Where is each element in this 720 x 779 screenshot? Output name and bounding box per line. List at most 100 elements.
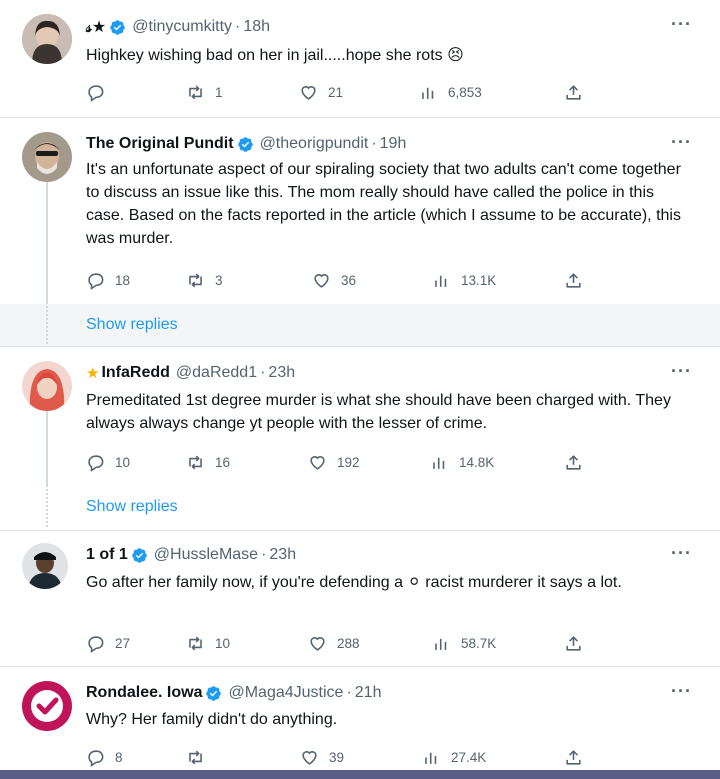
reply-icon [86, 271, 105, 290]
author-handle[interactable]: @daRedd1 [176, 364, 257, 382]
thread-line [46, 489, 50, 527]
tweet-text: Go after her family now, if you're defen… [86, 574, 622, 591]
heart-icon [299, 83, 318, 102]
reply-icon [86, 634, 105, 653]
views-chart-icon [419, 83, 438, 102]
more-options-icon[interactable]: ··· [671, 361, 692, 382]
share-icon [564, 83, 583, 102]
views-chart-icon [432, 634, 451, 653]
share-button[interactable] [564, 631, 593, 655]
tweet-3[interactable]: ★ InfaRedd @daRedd1 · 23h ··· Premeditat… [0, 347, 720, 487]
timestamp[interactable]: 18h [243, 18, 270, 36]
show-replies-row[interactable]: Show replies [0, 304, 720, 346]
retweet-button[interactable]: 3 [186, 268, 223, 292]
tweet-5[interactable]: Rondalee. Iowa @Maga4Justice · 21h ··· W… [0, 667, 720, 770]
timestamp[interactable]: 21h [355, 684, 382, 702]
retweet-button[interactable]: 16 [186, 450, 230, 474]
avatar-image [22, 681, 72, 731]
reply-button[interactable]: 27 [86, 631, 130, 655]
views-button[interactable]: 27.4K [422, 745, 486, 769]
reply-count: 18 [115, 272, 131, 288]
share-icon [564, 748, 583, 767]
reply-icon [86, 83, 105, 102]
time-separator: · [261, 546, 267, 563]
share-icon [564, 453, 583, 472]
reply-button[interactable]: 10 [86, 450, 130, 474]
like-count: 39 [329, 749, 345, 765]
like-button[interactable]: 288 [308, 631, 360, 655]
retweet-icon [186, 634, 205, 653]
author-name[interactable]: InfaRedd [101, 364, 169, 382]
tweet-text: Highkey wishing bad on her in jail.....h… [86, 47, 464, 64]
star-emoji: ★ [86, 365, 100, 382]
verified-badge-icon [205, 685, 222, 702]
share-button[interactable] [564, 80, 593, 104]
share-button[interactable] [564, 268, 593, 292]
more-options-icon[interactable]: ··· [671, 681, 692, 702]
view-count: 14.8K [459, 454, 495, 470]
author-handle[interactable]: @theorigpundit [260, 135, 369, 153]
avatar[interactable] [22, 361, 72, 411]
retweet-button[interactable]: 1 [186, 80, 223, 104]
like-button[interactable]: 21 [299, 80, 343, 104]
avatar[interactable] [22, 543, 68, 589]
retweet-icon [186, 748, 205, 767]
author-handle[interactable]: @tinycumkitty [132, 18, 232, 36]
reply-count: 27 [115, 635, 131, 651]
views-button[interactable]: 58.7K [432, 631, 496, 655]
views-chart-icon [422, 748, 441, 767]
like-button[interactable]: 36 [312, 268, 356, 292]
share-button[interactable] [564, 450, 593, 474]
timestamp[interactable]: 23h [268, 364, 295, 382]
avatar[interactable] [22, 132, 72, 182]
view-count: 13.1K [461, 272, 497, 288]
views-button[interactable]: 13.1K [432, 268, 496, 292]
time-separator: · [371, 135, 377, 152]
show-replies-link[interactable]: Show replies [86, 498, 178, 516]
heart-icon [308, 453, 327, 472]
views-button[interactable]: 6,853 [419, 80, 482, 104]
time-separator: · [235, 18, 241, 35]
author-name[interactable]: 𝓈★ [86, 17, 106, 37]
author-name[interactable]: The Original Pundit [86, 135, 234, 153]
tweet-text: It's an unfortunate aspect of our spiral… [86, 161, 681, 247]
avatar[interactable] [22, 14, 72, 64]
reply-count: 10 [115, 454, 131, 470]
action-bar: 8 39 27.4K [86, 745, 606, 769]
like-button[interactable]: 39 [300, 745, 344, 769]
tweet-2[interactable]: The Original Pundit @theorigpundit · 19h… [0, 118, 720, 304]
verified-badge-icon [131, 547, 148, 564]
retweet-count: 3 [215, 272, 223, 288]
author-handle[interactable]: @Maga4Justice [228, 684, 343, 702]
heart-icon [312, 271, 331, 290]
more-options-icon[interactable]: ··· [671, 14, 692, 35]
reply-button[interactable]: 8 [86, 745, 123, 769]
heart-icon [300, 748, 319, 767]
reply-button[interactable] [86, 80, 115, 104]
timestamp[interactable]: 23h [269, 546, 296, 564]
view-count: 58.7K [461, 635, 497, 651]
author-name[interactable]: 1 of 1 [86, 546, 128, 564]
retweet-button[interactable]: 10 [186, 631, 230, 655]
share-icon [564, 634, 583, 653]
retweet-count: 10 [215, 635, 231, 651]
author-handle[interactable]: @HussleMase [154, 546, 258, 564]
reply-button[interactable]: 18 [86, 268, 130, 292]
views-button[interactable]: 14.8K [430, 450, 494, 474]
more-options-icon[interactable]: ··· [671, 132, 692, 153]
retweet-icon [186, 83, 205, 102]
author-name[interactable]: Rondalee. Iowa [86, 684, 202, 702]
like-count: 36 [341, 272, 357, 288]
share-button[interactable] [564, 745, 593, 769]
show-replies-row[interactable]: Show replies [0, 487, 720, 529]
tweet-4[interactable]: 1 of 1 @HussleMase · 23h ··· Go after he… [0, 531, 720, 666]
more-options-icon[interactable]: ··· [671, 543, 692, 564]
reply-icon [86, 748, 105, 767]
retweet-button[interactable] [186, 745, 215, 769]
view-count: 6,853 [448, 84, 482, 100]
like-button[interactable]: 192 [308, 450, 360, 474]
show-replies-link[interactable]: Show replies [86, 316, 178, 334]
timestamp[interactable]: 19h [380, 135, 407, 153]
tweet-1[interactable]: 𝓈★ @tinycumkitty · 18h ··· Highkey wishi… [0, 0, 720, 116]
avatar[interactable] [22, 681, 72, 731]
